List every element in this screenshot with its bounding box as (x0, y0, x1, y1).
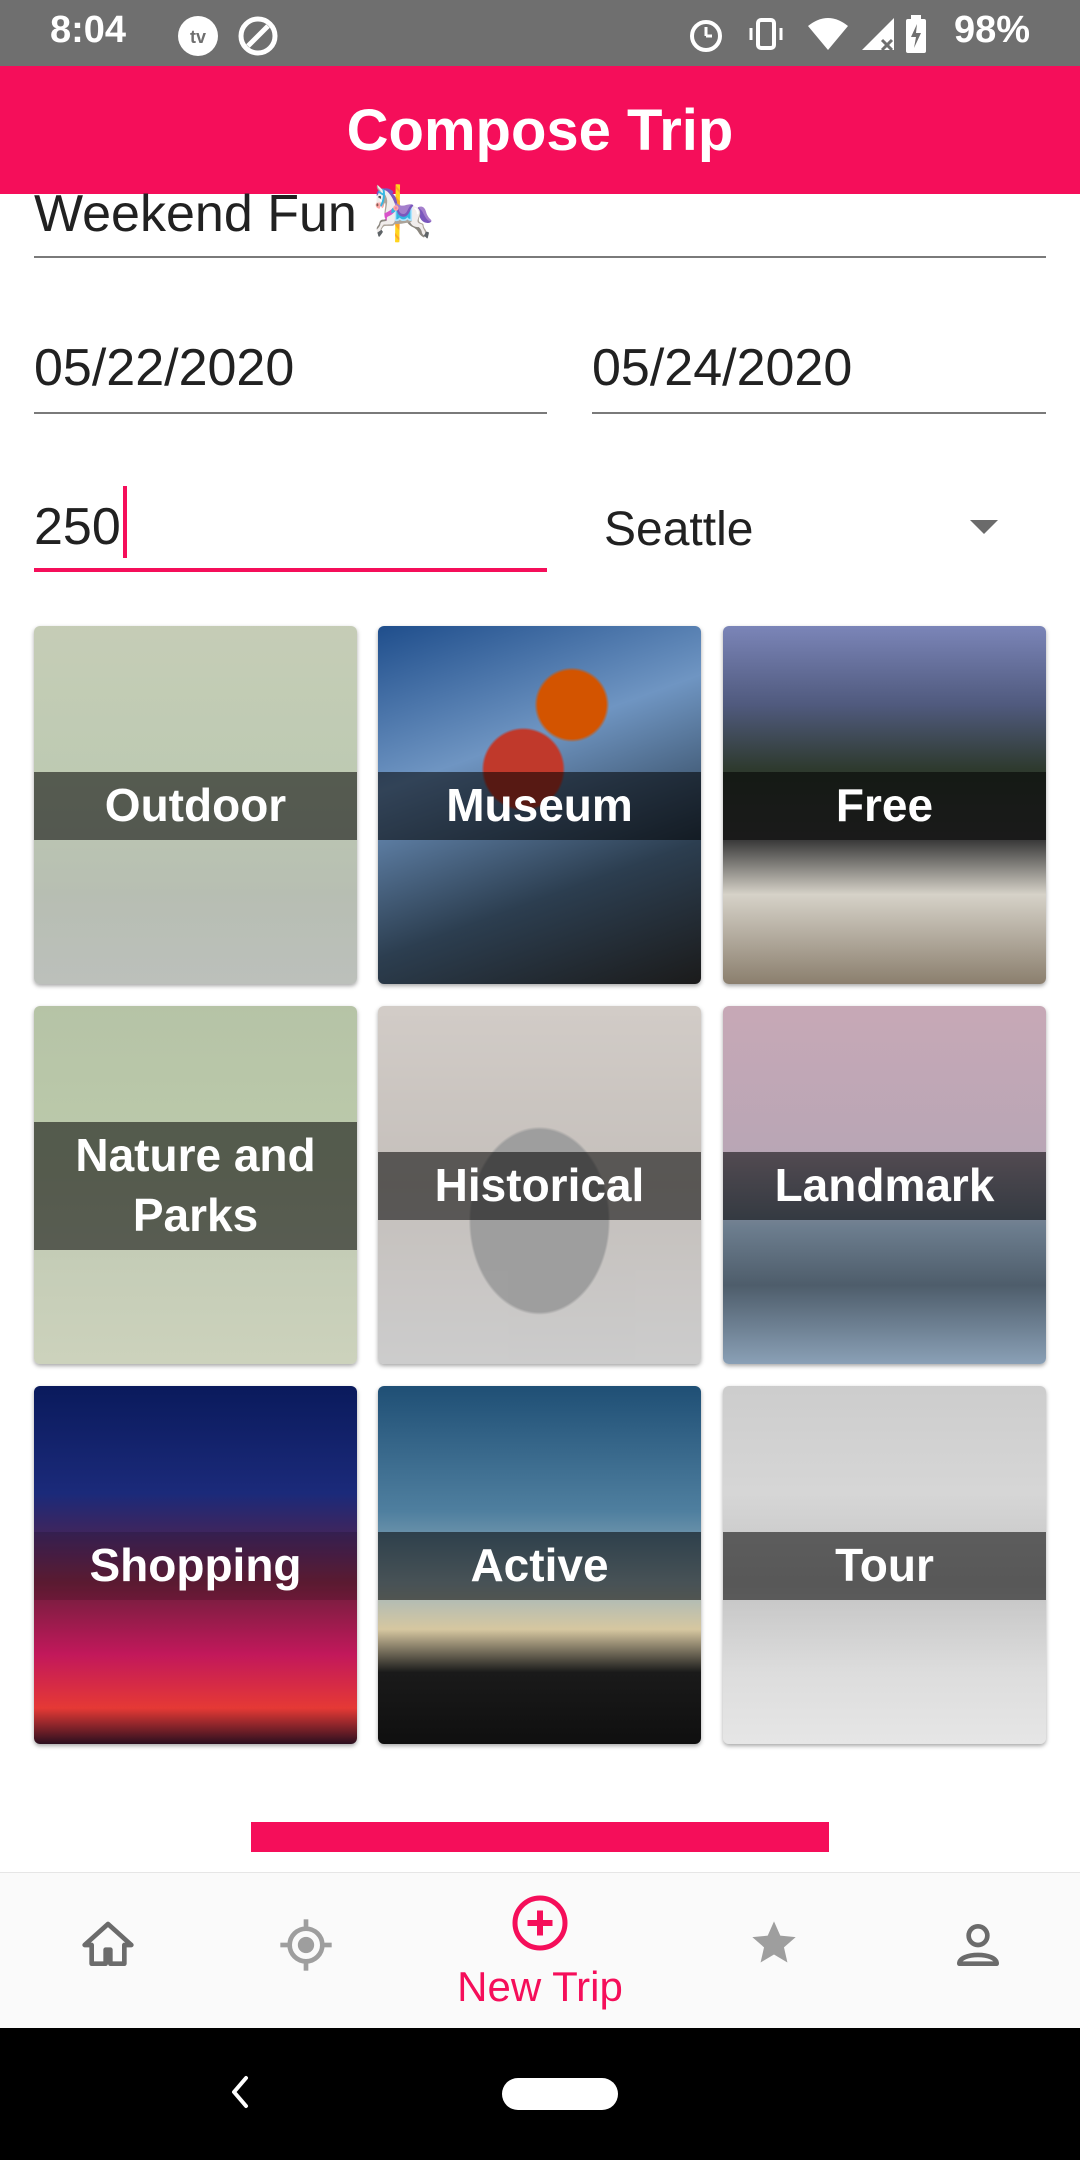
start-date-field[interactable]: 05/22/2020 (34, 330, 547, 414)
status-bar: 8:04 tv 98% (0, 0, 1080, 66)
category-label-band: Museum (378, 772, 701, 840)
category-tile-landmark[interactable]: Landmark (723, 1006, 1046, 1364)
nav-item-profile[interactable] (870, 1873, 1080, 2029)
app-bar: Compose Trip (0, 66, 1080, 194)
battery-icon (904, 14, 928, 59)
category-label: Museum (446, 779, 633, 832)
category-label-band: Landmark (723, 1152, 1046, 1220)
nav-item-home[interactable] (0, 1873, 216, 2029)
status-time: 8:04 (50, 9, 127, 51)
svg-text:tv: tv (190, 27, 206, 47)
page-title: Compose Trip (346, 97, 734, 163)
category-label-band: Active (378, 1532, 701, 1600)
budget-field[interactable]: 250 (34, 486, 547, 572)
category-label-band: Historical (378, 1152, 701, 1220)
category-tile-active[interactable]: Active (378, 1386, 701, 1744)
add-circle-icon (510, 1893, 570, 1958)
person-icon (950, 1917, 1006, 1978)
category-label: Landmark (774, 1159, 995, 1212)
category-tile-nature-and-parks[interactable]: Nature and Parks (34, 1006, 357, 1364)
category-label: Historical (434, 1159, 645, 1212)
vibrate-icon (746, 14, 786, 59)
category-label-band: Nature and Parks (34, 1122, 357, 1250)
alarm-icon (686, 14, 726, 59)
category-tile-shopping[interactable]: Shopping (34, 1386, 357, 1744)
category-label-band: Tour (723, 1532, 1046, 1600)
trip-name-field[interactable]: Weekend Fun 🎠 (34, 180, 1046, 258)
bottom-navigation: New Trip (0, 1872, 1080, 2028)
nav-item-location[interactable] (198, 1873, 414, 2029)
category-label: Nature and Parks (75, 1129, 316, 1241)
create-trip-button[interactable] (251, 1822, 829, 1852)
trip-name-value: Weekend Fun 🎠 (34, 185, 436, 243)
category-label: Active (470, 1539, 609, 1592)
home-icon (80, 1917, 136, 1978)
battery-percentage: 98% (953, 9, 1030, 51)
back-icon[interactable] (222, 2072, 258, 2117)
category-tile-free[interactable]: Free (723, 626, 1046, 984)
wifi-icon (806, 14, 850, 59)
category-label: Tour (835, 1539, 934, 1592)
signal-icon (858, 14, 898, 59)
location-icon (278, 1917, 334, 1978)
do-not-disturb-icon (236, 14, 280, 63)
category-label: Outdoor (104, 779, 287, 832)
tv-icon: tv (176, 14, 220, 63)
city-select-value: Seattle (604, 503, 754, 556)
budget-value-wrap: 250 (34, 486, 127, 558)
home-pill-button[interactable] (502, 2078, 618, 2110)
nav-item-new-trip[interactable]: New Trip (432, 1873, 648, 2029)
category-tile-tour[interactable]: Tour (723, 1386, 1046, 1744)
end-date-value: 05/24/2020 (592, 339, 853, 397)
system-navigation-bar (0, 2028, 1080, 2160)
nav-label-new-trip: New Trip (457, 1963, 623, 2010)
category-label: Shopping (89, 1539, 302, 1592)
start-date-value: 05/22/2020 (34, 339, 295, 397)
category-tile-outdoor[interactable]: Outdoor (34, 626, 357, 984)
category-tile-historical[interactable]: Historical (378, 1006, 701, 1364)
nav-item-favorites[interactable] (666, 1873, 882, 2029)
text-caret (122, 486, 127, 558)
dropdown-arrow-icon (970, 520, 998, 534)
category-label-band: Outdoor (34, 772, 357, 840)
category-tile-museum[interactable]: Museum (378, 626, 701, 984)
budget-value: 250 (34, 498, 121, 556)
star-icon (748, 1917, 800, 1974)
category-label-band: Shopping (34, 1532, 357, 1600)
category-label: Free (835, 779, 934, 832)
city-select[interactable]: Seattle (592, 490, 1046, 570)
end-date-field[interactable]: 05/24/2020 (592, 330, 1046, 414)
category-label-band: Free (723, 772, 1046, 840)
